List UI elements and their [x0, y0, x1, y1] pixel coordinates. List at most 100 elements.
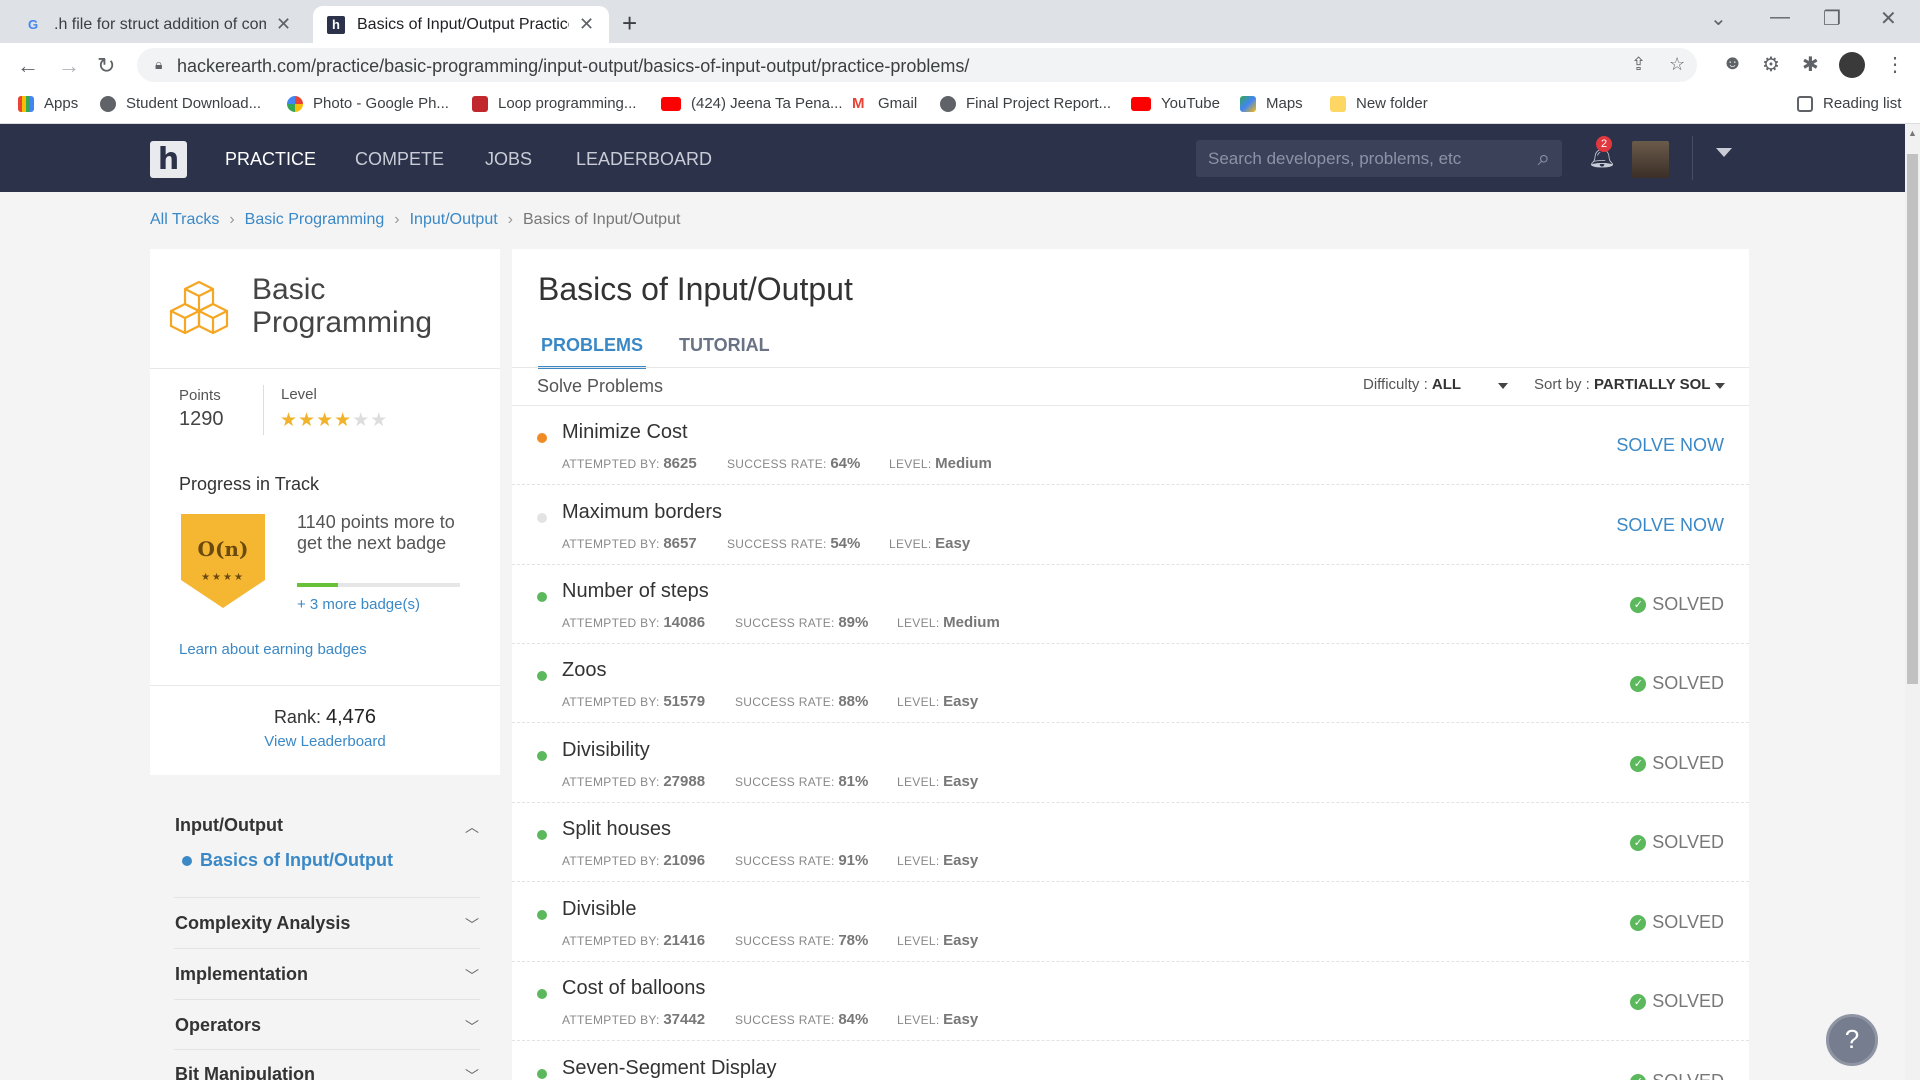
share-icon[interactable]: ⇪ — [1631, 54, 1646, 75]
problem-name[interactable]: Cost of balloons — [562, 977, 705, 1000]
tab-search-icon[interactable]: ⌄ — [1710, 6, 1727, 31]
help-question-icon[interactable]: ? — [1826, 1014, 1878, 1066]
hackerearth-logo[interactable]: h — [150, 141, 187, 178]
problem-row[interactable]: Minimize Cost ATTEMPTED BY: 8625 SUCCESS R… — [512, 406, 1749, 485]
chevron-down-icon[interactable]: ﹀ — [465, 1066, 479, 1080]
bookmark-final-project[interactable]: Final Project Report... — [940, 95, 1111, 112]
reload-icon[interactable]: ↻ — [97, 53, 115, 79]
topic-complexity-analysis[interactable]: Complexity Analysis — [175, 913, 350, 934]
lock-icon[interactable]: 🔒︎ — [155, 56, 162, 73]
breadcrumb-chevron-icon: › — [507, 211, 513, 228]
problem-row[interactable]: Cost of balloons ATTEMPTED BY: 37442 SUCCE… — [512, 962, 1749, 1041]
close-tab-icon[interactable]: ✕ — [579, 14, 594, 35]
reading-list[interactable]: Reading list — [1797, 95, 1901, 112]
chevron-up-icon[interactable]: ︿ — [465, 817, 479, 837]
solve-now-button[interactable]: SOLVE NOW — [1616, 515, 1724, 536]
sort-dropdown-icon[interactable] — [1715, 383, 1725, 389]
problem-name[interactable]: Divisibility — [562, 739, 650, 762]
problem-row[interactable]: Maximum borders ATTEMPTED BY: 8657 SUCCESS… — [512, 486, 1749, 565]
chevron-down-icon[interactable]: ﹀ — [465, 966, 479, 986]
user-menu-caret-icon[interactable] — [1716, 148, 1732, 157]
difficulty-filter[interactable]: Difficulty : ALL — [1363, 376, 1461, 393]
nav-compete[interactable]: COMPETE — [355, 149, 444, 170]
minimize-icon[interactable]: — — [1770, 6, 1790, 29]
topic-implementation[interactable]: Implementation — [175, 964, 308, 985]
bookmark-google-photos[interactable]: Photo - Google Ph... — [287, 95, 449, 112]
problem-row[interactable]: Number of steps ATTEMPTED BY: 14086 SUCCES… — [512, 565, 1749, 644]
new-tab-icon[interactable]: + — [622, 8, 637, 39]
problem-row[interactable]: Seven-Segment Display ✓ SOLVED — [512, 1042, 1749, 1080]
chevron-down-icon[interactable]: ﹀ — [465, 1017, 479, 1037]
problem-row[interactable]: Split houses ATTEMPTED BY: 21096 SUCCESS R… — [512, 803, 1749, 882]
nav-jobs[interactable]: JOBS — [485, 149, 532, 170]
success-rate: SUCCESS RATE: 88% — [735, 693, 868, 710]
browser-menu-icon[interactable]: ⋮ — [1885, 52, 1905, 77]
bookmark-gmail[interactable]: M Gmail — [852, 95, 917, 112]
attempted-by: ATTEMPTED BY: 51579 — [562, 693, 705, 710]
bookmark-star-icon[interactable]: ☆ — [1669, 54, 1685, 75]
check-circle-icon: ✓ — [1630, 596, 1647, 613]
restore-icon[interactable]: ❐ — [1823, 6, 1841, 31]
tab-problems[interactable]: PROBLEMS — [538, 335, 647, 369]
nav-practice[interactable]: PRACTICE — [225, 149, 316, 170]
content-tabs: PROBLEMS TUTORIAL — [538, 335, 773, 369]
browser-tab-1[interactable]: G .h file for struct addition of comp ✕ — [10, 6, 310, 43]
user-avatar[interactable] — [1632, 141, 1669, 178]
search-input[interactable]: Search developers, problems, etc — [1208, 149, 1461, 169]
scrollbar-thumb[interactable] — [1907, 154, 1918, 684]
problem-name[interactable]: Divisible — [562, 898, 636, 921]
search-icon[interactable]: ⌕ — [1538, 145, 1550, 171]
learn-badges-link[interactable]: Learn about earning badges — [179, 641, 367, 658]
search-box[interactable]: Search developers, problems, etc ⌕ — [1196, 140, 1562, 177]
address-bar[interactable]: 🔒︎ hackerearth.com/practice/basic-progra… — [137, 48, 1697, 82]
success-value: 81% — [838, 773, 869, 790]
more-badges-link[interactable]: + 3 more badge(s) — [297, 596, 420, 613]
problem-name[interactable]: Zoos — [562, 659, 606, 682]
topic-bit-manipulation[interactable]: Bit Manipulation — [175, 1064, 315, 1080]
bookmark-student-download[interactable]: Student Download... — [100, 95, 261, 112]
problem-name[interactable]: Split houses — [562, 818, 671, 841]
sort-filter[interactable]: Sort by : PARTIALLY SOL — [1534, 376, 1710, 393]
bookmark-youtube-video[interactable]: (424) Jeena Ta Pena... — [661, 95, 843, 112]
problem-row[interactable]: Divisibility ATTEMPTED BY: 27988 SUCCESS R… — [512, 724, 1749, 803]
problem-name[interactable]: Seven-Segment Display — [562, 1057, 777, 1080]
topic-operators[interactable]: Operators — [175, 1015, 261, 1036]
forward-icon[interactable]: → — [58, 53, 80, 79]
problem-name[interactable]: Minimize Cost — [562, 421, 688, 444]
problem-row[interactable]: Divisible ATTEMPTED BY: 21416 SUCCESS RATE… — [512, 883, 1749, 962]
bookmark-new-folder[interactable]: New folder — [1330, 95, 1428, 112]
breadcrumb-all-tracks[interactable]: All Tracks — [150, 211, 219, 229]
solve-now-button[interactable]: SOLVE NOW — [1616, 435, 1724, 456]
browser-tab-2[interactable]: h Basics of Input/Output Practice P ✕ — [313, 6, 609, 43]
breadcrumb-basic-programming[interactable]: Basic Programming — [245, 211, 385, 229]
nav-leaderboard[interactable]: LEADERBOARD — [576, 149, 712, 170]
rank-value: 4,476 — [325, 706, 377, 728]
extensions-puzzle-icon[interactable]: ✱ — [1802, 52, 1819, 77]
subtopic-basics-input-output[interactable]: Basics of Input/Output — [200, 850, 393, 871]
extension-2-icon[interactable]: ⚙ — [1762, 52, 1780, 77]
close-tab-icon[interactable]: ✕ — [276, 14, 291, 35]
problem-name[interactable]: Maximum borders — [562, 501, 722, 524]
difficulty-dropdown-icon[interactable] — [1498, 383, 1508, 389]
extension-1-icon[interactable]: ☻ — [1722, 52, 1743, 75]
problem-name[interactable]: Number of steps — [562, 580, 709, 603]
back-icon[interactable]: ← — [17, 53, 39, 79]
url-text[interactable]: hackerearth.com/practice/basic-programmi… — [177, 56, 969, 77]
view-leaderboard-link[interactable]: View Leaderboard — [150, 733, 500, 750]
breadcrumb-input-output[interactable]: Input/Output — [410, 211, 498, 229]
page-scrollbar[interactable]: ▲ — [1905, 124, 1920, 1080]
browser-profile-avatar[interactable] — [1839, 52, 1865, 78]
bookmark-loop-programming[interactable]: Loop programming... — [472, 95, 636, 112]
topic-input-output[interactable]: Input/Output — [175, 815, 283, 836]
bookmark-apps[interactable]: Apps — [18, 95, 78, 112]
chevron-down-icon[interactable]: ﹀ — [465, 915, 479, 935]
browser-tab-title: .h file for struct addition of comp — [54, 15, 266, 33]
bookmark-maps[interactable]: Maps — [1240, 95, 1303, 112]
bookmark-youtube[interactable]: YouTube — [1131, 95, 1220, 112]
tab-tutorial[interactable]: TUTORIAL — [676, 335, 773, 369]
scroll-up-arrow-icon[interactable]: ▲ — [1908, 128, 1917, 138]
google-photos-icon — [287, 95, 303, 112]
close-window-icon[interactable]: ✕ — [1880, 6, 1897, 31]
check-circle-icon: ✓ — [1630, 914, 1647, 931]
problem-row[interactable]: Zoos ATTEMPTED BY: 51579 SUCCESS RATE: 88%… — [512, 644, 1749, 723]
